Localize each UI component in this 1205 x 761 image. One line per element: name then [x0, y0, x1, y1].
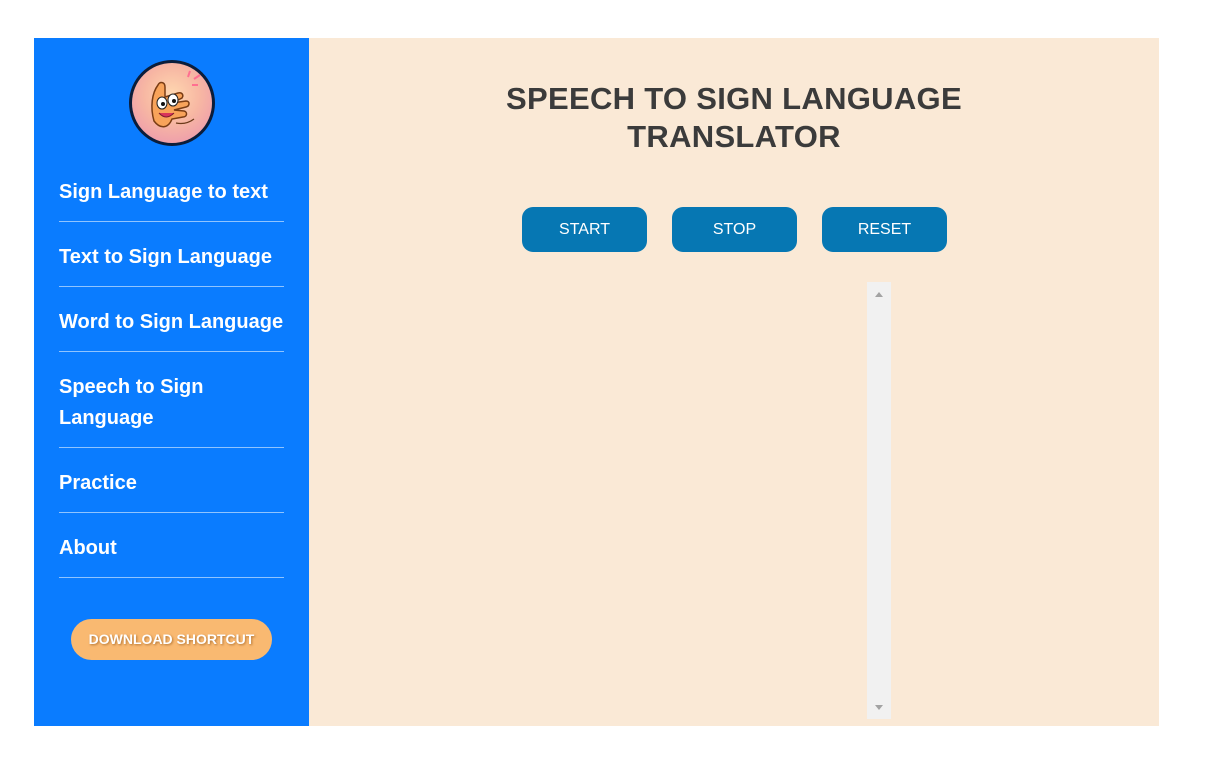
scroll-up-arrow-icon[interactable]	[867, 286, 891, 302]
sidebar: Sign Language to text Text to Sign Langu…	[34, 38, 309, 726]
nav-text-to-sign[interactable]: Text to Sign Language	[59, 236, 284, 287]
page-title-line-1: SPEECH TO SIGN LANGUAGE	[506, 81, 962, 116]
nav-sign-to-text[interactable]: Sign Language to text	[59, 171, 284, 222]
reset-button[interactable]: RESET	[822, 207, 947, 252]
nav-about[interactable]: About	[59, 527, 284, 578]
scroll-down-arrow-icon[interactable]	[867, 699, 891, 715]
page-title-line-2: TRANSLATOR	[627, 119, 841, 154]
logo[interactable]	[129, 60, 215, 146]
download-shortcut-button[interactable]: DOWNLOAD SHORTCUT	[71, 619, 272, 660]
sidebar-nav: Sign Language to text Text to Sign Langu…	[59, 171, 284, 578]
nav-practice[interactable]: Practice	[59, 462, 284, 513]
nav-speech-to-sign[interactable]: Speech to Sign Language	[59, 366, 284, 448]
control-buttons: START STOP RESET	[522, 207, 947, 252]
stop-button[interactable]: STOP	[672, 207, 797, 252]
nav-word-to-sign[interactable]: Word to Sign Language	[59, 301, 284, 352]
main-panel: SPEECH TO SIGN LANGUAGE TRANSLATOR START…	[309, 38, 1159, 726]
page-title: SPEECH TO SIGN LANGUAGE TRANSLATOR	[309, 80, 1159, 156]
output-scrollbar[interactable]	[867, 282, 891, 719]
hand-sign-mascot-icon	[132, 63, 212, 143]
start-button[interactable]: START	[522, 207, 647, 252]
app-window: Sign Language to text Text to Sign Langu…	[34, 38, 1159, 726]
